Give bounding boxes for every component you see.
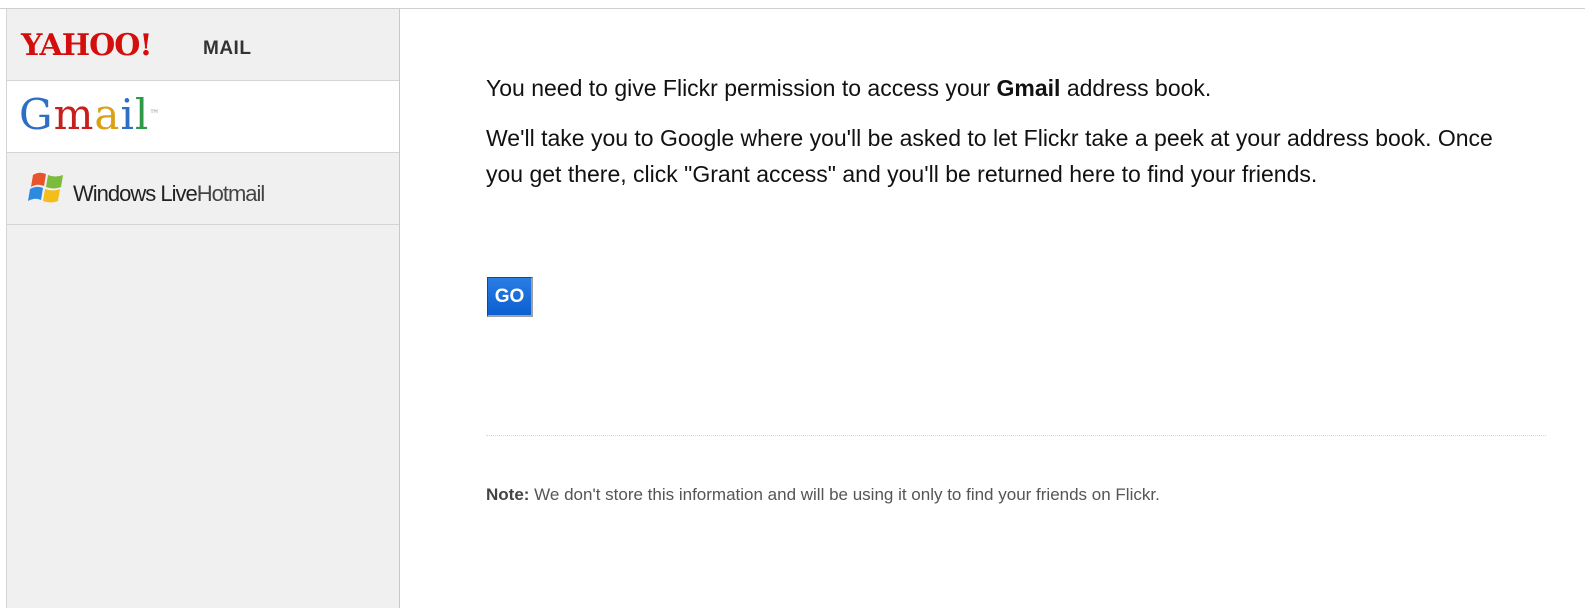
- permission-intro: You need to give Flickr permission to ac…: [486, 75, 1212, 101]
- gmail-logo: Gmail™: [19, 90, 161, 139]
- note-label: Note:: [486, 485, 530, 504]
- provider-gmail[interactable]: Gmail™: [7, 81, 399, 153]
- provider-name: Gmail: [996, 75, 1061, 101]
- privacy-note: Note: We don't store this information an…: [486, 485, 1160, 505]
- yahoo-logo: YAHOO!: [21, 28, 153, 63]
- permission-explanation: We'll take you to Google where you'll be…: [486, 125, 1493, 187]
- main-content: You need to give Flickr permission to ac…: [486, 70, 1546, 192]
- provider-yahoo-mail[interactable]: YAHOO! MAIL: [7, 9, 399, 81]
- yahoo-mail-label: MAIL: [203, 38, 252, 59]
- hotmail-logo-text: Windows LiveHotmail: [73, 181, 265, 206]
- windows-flag-icon: [28, 172, 63, 203]
- go-button[interactable]: GO: [487, 277, 533, 317]
- dotted-divider: [486, 435, 1546, 436]
- note-text: We don't store this information and will…: [529, 485, 1160, 504]
- provider-windows-live-hotmail[interactable]: Windows LiveHotmail: [7, 153, 399, 225]
- provider-sidebar: YAHOO! MAIL Gmail™ Windows LiveHotmail: [6, 9, 400, 608]
